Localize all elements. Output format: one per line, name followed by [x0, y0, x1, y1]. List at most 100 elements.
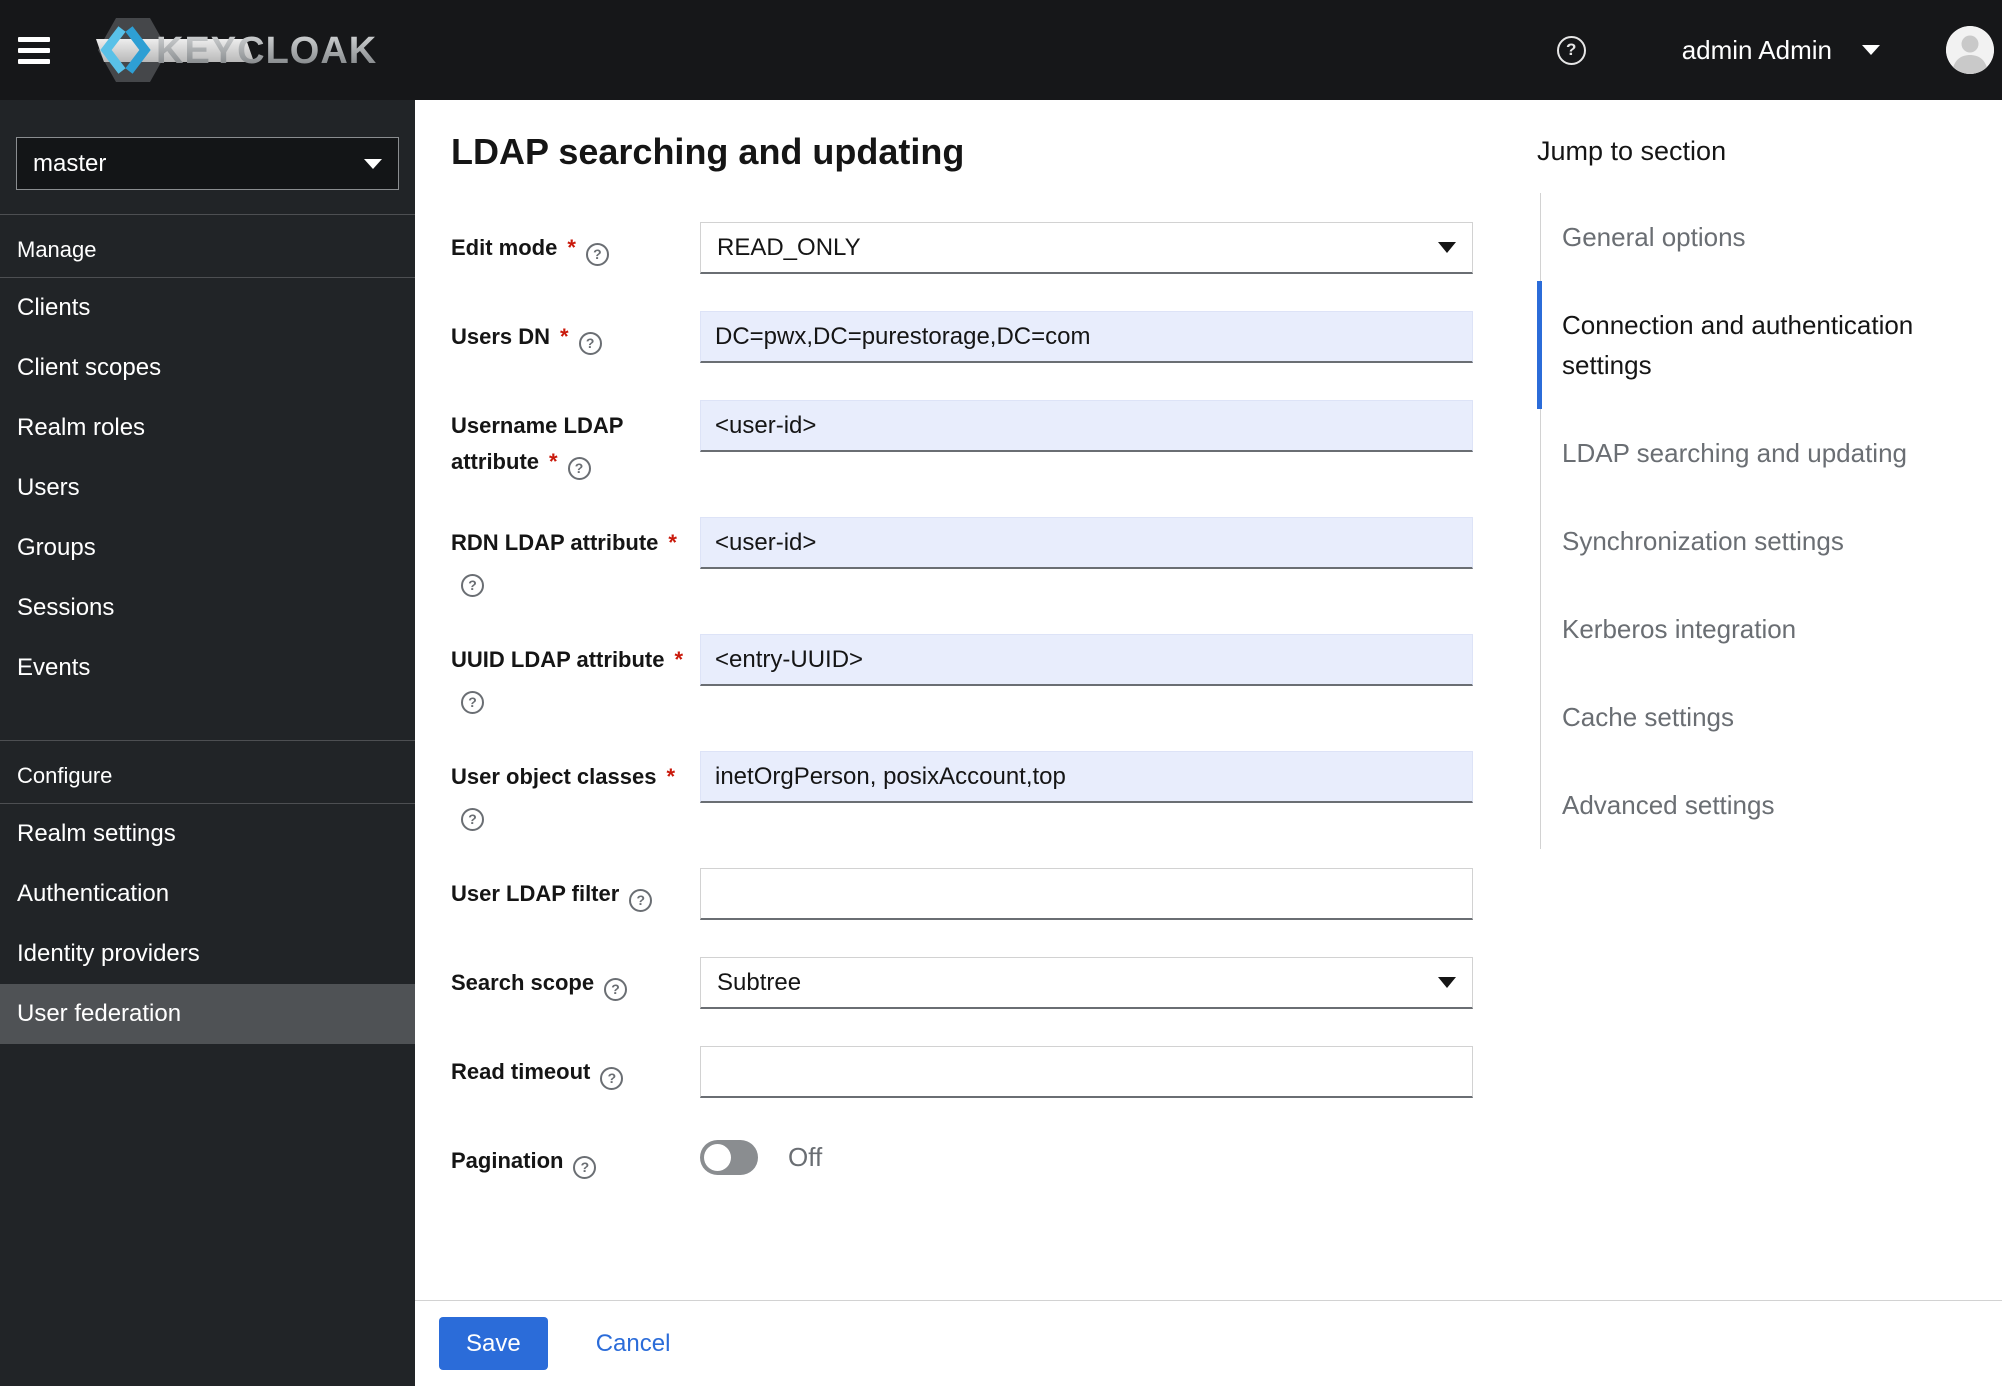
help-icon[interactable]: ?	[585, 242, 609, 266]
jump-link-synchronization-settings[interactable]: Synchronization settings	[1541, 497, 1981, 585]
help-icon[interactable]: ?	[567, 456, 591, 480]
field-label-text: Read timeout	[451, 1059, 591, 1084]
jump-link-advanced-settings[interactable]: Advanced settings	[1541, 761, 1981, 849]
sidebar-item-identity-providers[interactable]: Identity providers	[0, 924, 415, 984]
input-user-object-classes[interactable]	[700, 751, 1473, 803]
required-asterisk: *	[567, 235, 576, 260]
field-label-text: RDN LDAP attribute	[451, 530, 659, 555]
help-icon[interactable]: ?	[578, 331, 602, 355]
form-row: Username LDAP attribute *?	[451, 400, 1537, 480]
field-label: RDN LDAP attribute *?	[451, 517, 689, 597]
sidebar-item-users[interactable]: Users	[0, 458, 415, 518]
form-row: Users DN *?	[451, 311, 1537, 363]
sidebar-item-authentication[interactable]: Authentication	[0, 864, 415, 924]
user-menu-label[interactable]: admin Admin	[1682, 35, 1832, 66]
form-row: RDN LDAP attribute *?	[451, 517, 1537, 597]
jump-link-kerberos-integration[interactable]: Kerberos integration	[1541, 585, 1981, 673]
required-asterisk: *	[668, 530, 677, 555]
field-control	[700, 1046, 1473, 1098]
field-label: User object classes *?	[451, 751, 689, 831]
sidebar-item-realm-roles[interactable]: Realm roles	[0, 398, 415, 458]
keycloak-admin-console: KEYCLOAK ? admin Admin master Manage Cli…	[0, 0, 2002, 1386]
keycloak-logo: KEYCLOAK	[94, 12, 414, 88]
chevron-down-icon	[1438, 242, 1456, 253]
cancel-button[interactable]: Cancel	[596, 1330, 671, 1358]
form-row: User object classes *?	[451, 751, 1537, 831]
field-label: UUID LDAP attribute *?	[451, 634, 689, 714]
top-header: KEYCLOAK ? admin Admin	[0, 0, 2002, 100]
jump-link-connection-and-authentication-settings[interactable]: Connection and authentication settings	[1537, 281, 1977, 409]
sidebar-group: Configure Realm settings Authentication Ide…	[0, 740, 415, 1044]
jump-to-section-nav: Jump to section General options Connectio…	[1537, 100, 2002, 1300]
field-label: Username LDAP attribute *?	[451, 400, 689, 480]
sidebar: master Manage Clients Client scopes Realm r…	[0, 100, 415, 1386]
field-label-text: Search scope	[451, 970, 595, 995]
toggle-state-label: Off	[788, 1141, 823, 1172]
field-label-text: Pagination	[451, 1148, 564, 1173]
help-icon[interactable]: ?	[573, 1155, 597, 1179]
sidebar-item-sessions[interactable]: Sessions	[0, 578, 415, 638]
input-read-timeout[interactable]	[700, 1046, 1473, 1098]
sidebar-item-realm-settings[interactable]: Realm settings	[0, 804, 415, 864]
field-label-text: Edit mode	[451, 235, 558, 260]
hamburger-menu-icon[interactable]	[18, 36, 50, 64]
chevron-down-icon[interactable]	[1862, 45, 1880, 55]
sidebar-item-client-scopes[interactable]: Client scopes	[0, 338, 415, 398]
form-row: Pagination? Off	[451, 1135, 1537, 1179]
field-control	[700, 311, 1473, 363]
help-icon[interactable]: ?	[629, 888, 653, 912]
help-icon[interactable]: ?	[461, 807, 484, 831]
required-asterisk: *	[666, 764, 676, 789]
keycloak-logo-icon: KEYCLOAK	[96, 18, 376, 82]
select-value: Subtree	[717, 968, 802, 996]
help-icon[interactable]: ?	[461, 690, 484, 714]
form-row: UUID LDAP attribute *?	[451, 634, 1537, 714]
input-uuid-ldap-attribute[interactable]	[700, 634, 1473, 686]
field-control	[700, 517, 1473, 597]
required-asterisk: *	[549, 449, 558, 474]
sidebar-item-events[interactable]: Events	[0, 638, 415, 698]
field-label-text: User LDAP filter	[451, 881, 620, 906]
realm-selector-label: master	[33, 149, 107, 177]
save-button[interactable]: Save	[439, 1317, 548, 1370]
field-control: READ_ONLY	[700, 222, 1473, 274]
jump-link-cache-settings[interactable]: Cache settings	[1541, 673, 1981, 761]
field-label: Read timeout?	[451, 1046, 689, 1098]
jump-link-general-options[interactable]: General options	[1541, 193, 1981, 281]
help-icon[interactable]: ?	[600, 1066, 624, 1090]
input-users-dn[interactable]	[700, 311, 1473, 363]
input-username-ldap-attribute[interactable]	[700, 400, 1473, 452]
sidebar-group: Manage Clients Client scopes Realm roles Use…	[0, 214, 415, 698]
chevron-down-icon	[1438, 977, 1456, 988]
user-avatar-icon	[1946, 26, 1994, 74]
form-row: User LDAP filter?	[451, 868, 1537, 920]
sidebar-item-groups[interactable]: Groups	[0, 518, 415, 578]
field-label-text: UUID LDAP attribute	[451, 647, 665, 672]
input-user-ldap-filter[interactable]	[700, 868, 1473, 920]
sidebar-item-clients[interactable]: Clients	[0, 278, 415, 338]
form-row: Edit mode *? READ_ONLY	[451, 222, 1537, 274]
jump-link-ldap-searching-and-updating[interactable]: LDAP searching and updating	[1541, 409, 1981, 497]
select-search-scope[interactable]: Subtree	[700, 957, 1473, 1009]
field-control: Off	[700, 1135, 1473, 1179]
realm-selector[interactable]: master	[16, 137, 399, 190]
form-row: Read timeout?	[451, 1046, 1537, 1098]
select-value: READ_ONLY	[717, 233, 861, 261]
field-label: Users DN *?	[451, 311, 689, 363]
header-actions: ? admin Admin	[1556, 26, 2002, 74]
help-icon[interactable]: ?	[604, 977, 628, 1001]
field-label: Search scope?	[451, 957, 689, 1009]
help-icon[interactable]: ?	[1556, 35, 1586, 65]
form-row: Search scope? Subtree	[451, 957, 1537, 1009]
jump-nav-title: Jump to section	[1537, 136, 1727, 166]
field-label: User LDAP filter?	[451, 868, 689, 920]
ldap-settings-form: LDAP searching and updating Edit mode *? R…	[415, 100, 1537, 1300]
select-edit-mode[interactable]: READ_ONLY	[700, 222, 1473, 274]
avatar[interactable]	[1946, 26, 1994, 74]
pagination-toggle[interactable]	[700, 1139, 758, 1175]
required-asterisk: *	[674, 647, 684, 672]
help-icon[interactable]: ?	[461, 573, 484, 597]
sidebar-item-user-federation[interactable]: User federation	[0, 984, 415, 1044]
page-title: LDAP searching and updating	[451, 131, 965, 172]
input-rdn-ldap-attribute[interactable]	[700, 517, 1473, 569]
